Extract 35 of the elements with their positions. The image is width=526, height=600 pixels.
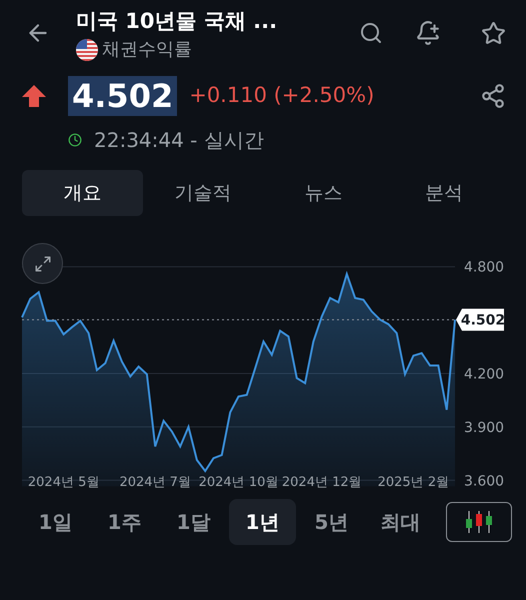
price-tag: 4.502 <box>456 308 506 331</box>
expand-button[interactable] <box>22 243 63 284</box>
price: 4.502 <box>68 76 178 116</box>
axis-label: 2024년 10월 <box>198 475 278 490</box>
share-icon <box>480 83 506 109</box>
axis-label: 4.200 <box>464 366 504 382</box>
axis-label: 3.900 <box>464 420 504 436</box>
range-button[interactable]: 1주 <box>91 499 158 545</box>
tab[interactable]: 분석 <box>384 170 504 216</box>
instrument-type: 채권수익률 <box>102 38 192 62</box>
axis-label: 2024년 5월 <box>28 475 100 490</box>
axis-label: 4.800 <box>464 260 504 276</box>
instrument-title: 미국 10년물 국채 ... <box>76 8 278 34</box>
expand-icon <box>34 254 52 272</box>
range-button[interactable]: 1일 <box>22 499 89 545</box>
flag-icon <box>76 38 98 61</box>
axis-label: 2025년 2월 <box>378 475 450 490</box>
axis-label: 2024년 12월 <box>282 475 362 490</box>
axis-label: 3.600 <box>464 473 504 490</box>
axis-label: 2024년 7월 <box>119 475 191 490</box>
tab[interactable]: 기술적 <box>142 170 263 216</box>
range-button[interactable]: 5년 <box>298 499 365 545</box>
clock-icon <box>68 133 82 147</box>
tab[interactable]: 뉴스 <box>263 170 384 216</box>
tab[interactable]: 개요 <box>22 170 142 216</box>
range-button[interactable]: 최대 <box>367 499 434 545</box>
range-button[interactable]: 1달 <box>160 499 227 545</box>
chart-type-button[interactable] <box>446 502 512 542</box>
candlestick-icon <box>464 511 494 533</box>
range-button[interactable]: 1년 <box>229 499 296 545</box>
price-change: +0.110 (+2.50%) <box>189 82 374 110</box>
update-time: 22:34:44 - 실시간 <box>94 127 264 154</box>
bell-plus-icon <box>415 20 441 46</box>
star-icon <box>480 20 506 46</box>
search-icon <box>359 21 383 45</box>
